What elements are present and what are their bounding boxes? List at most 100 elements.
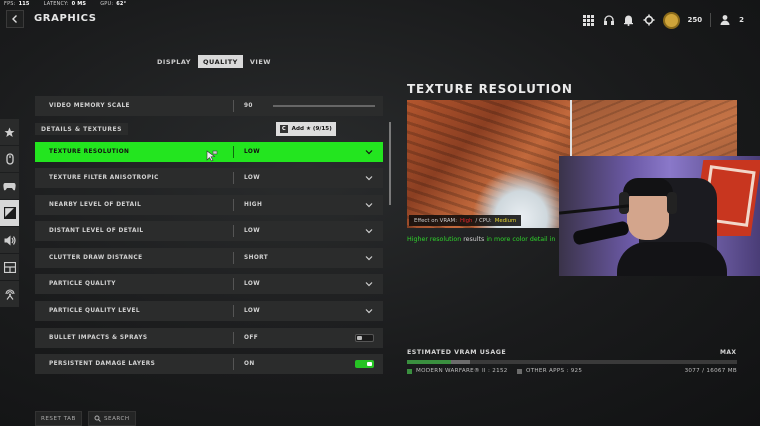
vram-total: 3077 / 16067 MB — [684, 368, 737, 374]
chevron-down-icon[interactable] — [363, 252, 375, 264]
setting-value: LOW — [244, 175, 261, 181]
tab-display[interactable]: DISPLAY — [152, 55, 196, 68]
setting-value: SHORT — [244, 255, 269, 261]
legend-other-label: OTHER APPS : 925 — [526, 368, 583, 374]
headset-icon[interactable] — [603, 14, 615, 26]
section-header: DETAILS & TEXTURES — [35, 123, 128, 135]
webcam-person-cap — [623, 178, 673, 196]
setting-value: LOW — [244, 281, 261, 287]
streamer-webcam-overlay — [559, 156, 760, 276]
coin-count: 250 — [687, 16, 703, 24]
row-divider — [233, 332, 234, 344]
header-icons: 250 2 — [583, 10, 744, 30]
settings-scrollbar[interactable] — [389, 122, 391, 205]
gpu-label: GPU: — [100, 1, 114, 7]
gear-icon[interactable] — [643, 14, 655, 26]
toggle-knob — [367, 362, 372, 366]
header-divider — [710, 13, 712, 27]
setting-label: TEXTURE FILTER ANISOTROPIC — [49, 175, 159, 181]
toggle-knob — [357, 336, 362, 340]
setting-texture-filter-anisotropic[interactable]: TEXTURE FILTER ANISOTROPIC LOW — [35, 168, 383, 188]
setting-value: LOW — [244, 228, 261, 234]
row-divider — [233, 146, 234, 158]
search-button[interactable]: SEARCH — [88, 411, 136, 426]
tooltip-text: Add ★ (9/15) — [291, 126, 332, 132]
settings-tabs: DISPLAY QUALITY VIEW — [152, 55, 276, 68]
webcam-microphone — [572, 220, 630, 246]
network-icon — [4, 289, 15, 300]
chevron-down-icon[interactable] — [363, 199, 375, 211]
setting-label: PARTICLE QUALITY LEVEL — [49, 308, 141, 314]
gpu-value: 62° — [116, 1, 127, 7]
sidebar-item-graphics[interactable] — [0, 200, 19, 226]
fps-label: FPS: — [4, 1, 16, 7]
webcam-headphone-left — [619, 192, 629, 214]
cpu-impact: Medium — [494, 217, 517, 224]
setting-particle-quality-level[interactable]: PARTICLE QUALITY LEVEL LOW — [35, 301, 383, 321]
graphics-icon — [3, 207, 16, 219]
setting-persistent-damage-layers[interactable]: PERSISTENT DAMAGE LAYERS ON — [35, 354, 383, 374]
sidebar-item-favorites[interactable] — [0, 119, 19, 145]
tab-view[interactable]: VIEW — [245, 55, 276, 68]
performance-overlay: FPS: 115 LATENCY: 0 MS GPU: 62° — [4, 0, 126, 8]
bell-icon[interactable] — [623, 14, 635, 26]
interface-icon — [3, 261, 16, 273]
chevron-down-icon[interactable] — [363, 305, 375, 317]
bullet-impacts-toggle[interactable] — [355, 334, 374, 342]
star-icon — [4, 127, 15, 137]
settings-list: VIDEO MEMORY SCALE 90 DETAILS & TEXTURES… — [29, 84, 391, 376]
sidebar-item-controller[interactable] — [0, 173, 19, 199]
chevron-down-icon[interactable] — [363, 146, 375, 158]
mouse-cursor-icon — [206, 150, 218, 162]
add-favorite-tooltip: C Add ★ (9/15) — [276, 122, 336, 136]
sidebar-item-network[interactable] — [0, 281, 19, 307]
vram-game-fill — [407, 360, 451, 364]
legend-game: MODERN WARFARE® II : 2152 — [407, 368, 508, 374]
reset-tab-button[interactable]: RESET TAB — [35, 411, 82, 426]
row-divider — [233, 225, 234, 237]
chevron-down-icon[interactable] — [363, 172, 375, 184]
webcam-person-body — [617, 242, 727, 276]
setting-label: VIDEO MEMORY SCALE — [49, 103, 130, 109]
sidebar-item-mouse[interactable] — [0, 146, 19, 172]
sidebar-item-interface[interactable] — [0, 254, 19, 280]
setting-nearby-level-of-detail[interactable]: NEARBY LEVEL OF DETAIL HIGH — [35, 195, 383, 215]
coin-icon — [662, 11, 680, 29]
setting-clutter-draw-distance[interactable]: CLUTTER DRAW DISTANCE SHORT — [35, 248, 383, 268]
detail-title: TEXTURE RESOLUTION — [407, 82, 573, 96]
tooltip-key: C — [280, 125, 288, 133]
row-divider — [233, 278, 234, 290]
row-divider — [233, 172, 234, 184]
sidebar-item-audio[interactable] — [0, 227, 19, 253]
detail-description: Higher resolution results in more color … — [407, 235, 559, 244]
setting-bullet-impacts-sprays[interactable]: BULLET IMPACTS & SPRAYS OFF — [35, 328, 383, 348]
row-divider — [233, 358, 234, 370]
persistent-damage-toggle[interactable] — [355, 360, 374, 368]
grid-icon[interactable] — [583, 14, 595, 26]
search-icon — [94, 415, 101, 422]
back-button[interactable] — [6, 10, 24, 28]
legend-other: OTHER APPS : 925 — [517, 368, 582, 374]
setting-label: DISTANT LEVEL OF DETAIL — [49, 228, 144, 234]
webcam-headphone-right — [667, 192, 677, 214]
setting-distant-level-of-detail[interactable]: DISTANT LEVEL OF DETAIL LOW — [35, 221, 383, 241]
setting-label: NEARBY LEVEL OF DETAIL — [49, 202, 142, 208]
desc-highlight-2: in more color detail in — [486, 236, 556, 243]
vram-usage-title: ESTIMATED VRAM USAGE — [407, 349, 507, 356]
party-count: 2 — [739, 16, 744, 24]
vram-prefix: Effect on VRAM: — [414, 217, 458, 224]
desc-highlight: Higher resolution — [407, 236, 462, 243]
chevron-down-icon[interactable] — [363, 225, 375, 237]
chevron-down-icon[interactable] — [363, 278, 375, 290]
setting-particle-quality[interactable]: PARTICLE QUALITY LOW — [35, 274, 383, 294]
tab-quality[interactable]: QUALITY — [198, 55, 243, 68]
vram-impact: High — [460, 217, 473, 224]
setting-label: TEXTURE RESOLUTION — [49, 149, 130, 155]
setting-label: BULLET IMPACTS & SPRAYS — [49, 335, 148, 341]
video-memory-slider[interactable] — [273, 105, 375, 107]
setting-video-memory-scale[interactable]: VIDEO MEMORY SCALE 90 — [35, 96, 383, 116]
cpu-prefix: / CPU: — [475, 217, 492, 224]
setting-label: PARTICLE QUALITY — [49, 281, 116, 287]
vram-legend: MODERN WARFARE® II : 2152 OTHER APPS : 9… — [407, 368, 737, 377]
party-icon[interactable] — [719, 14, 731, 26]
